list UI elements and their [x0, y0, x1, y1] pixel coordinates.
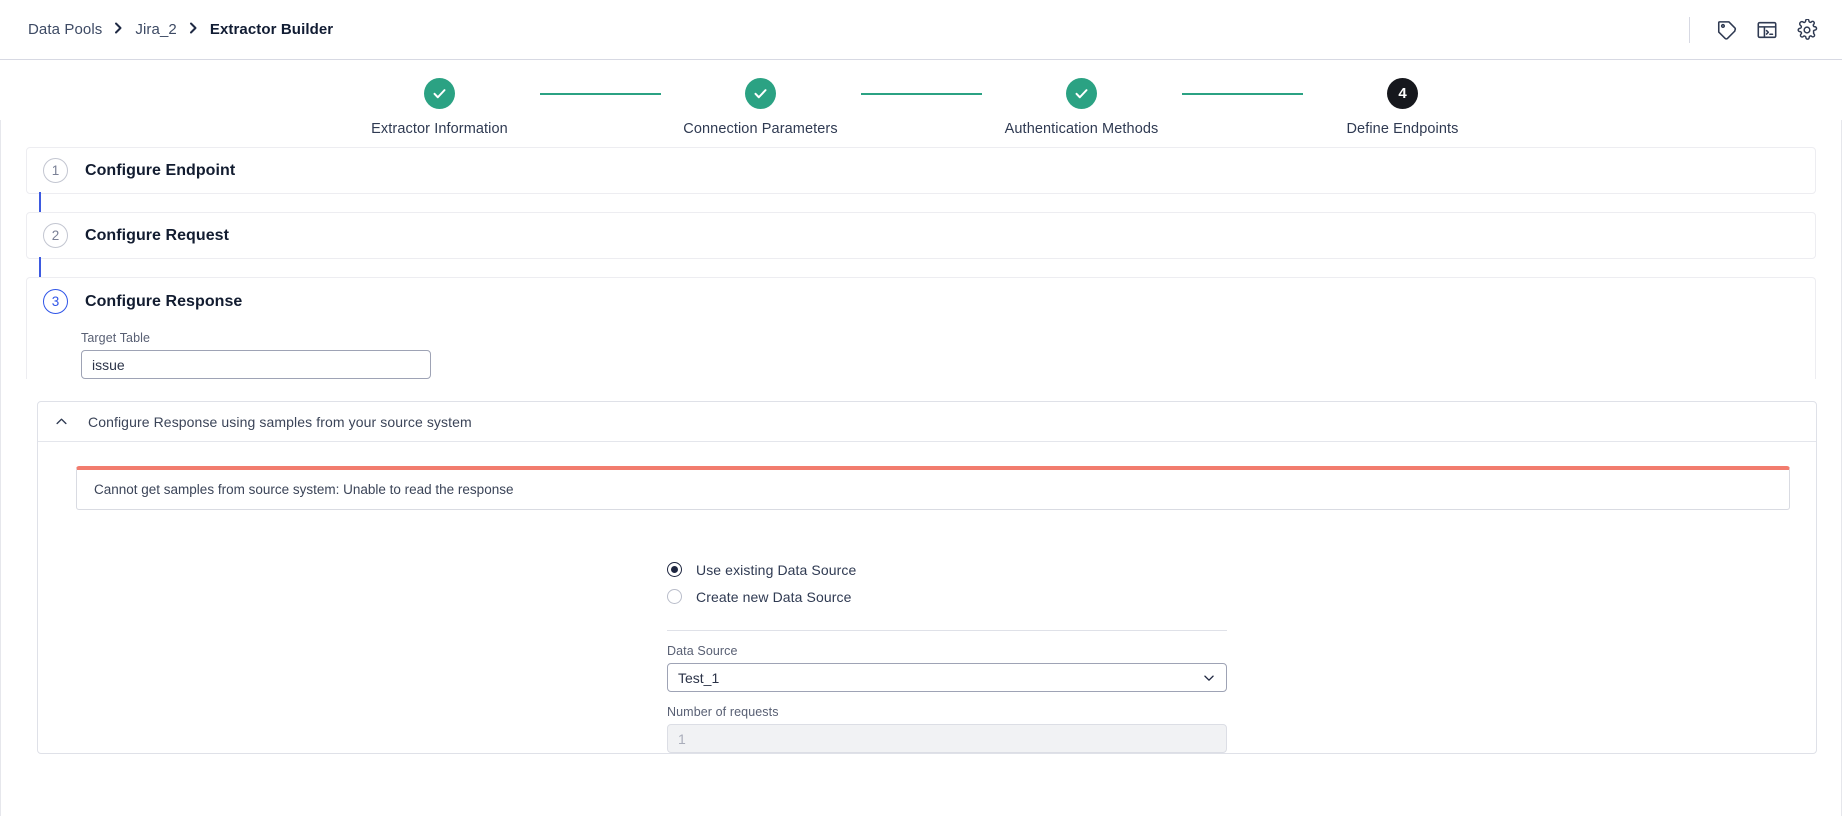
section-connector	[26, 192, 1816, 216]
tag-icon[interactable]	[1716, 19, 1738, 41]
step-bubble-done	[424, 78, 455, 109]
samples-card-title: Configure Response using samples from yo…	[88, 413, 472, 430]
endpoint-sections: 1 Configure Endpoint 2 Configure Request…	[0, 147, 1842, 754]
breadcrumb-item-extractor-builder: Extractor Builder	[209, 21, 334, 38]
data-source-select-wrapper: Test_1	[667, 663, 1227, 692]
step-label: Connection Parameters	[683, 121, 838, 137]
chevron-down-icon[interactable]	[1202, 671, 1216, 685]
section-configure-response[interactable]: 3 Configure Response Target Table	[26, 277, 1816, 379]
samples-card-body: Cannot get samples from source system: U…	[38, 442, 1816, 753]
step-label: Extractor Information	[371, 121, 508, 137]
breadcrumb-item-data-pools[interactable]: Data Pools	[28, 21, 102, 38]
page-left-rail	[0, 120, 1, 816]
section-title: Configure Request	[85, 226, 229, 244]
radio-label: Use existing Data Source	[696, 561, 857, 578]
section-configure-request[interactable]: 2 Configure Request	[26, 212, 1816, 259]
step-label: Authentication Methods	[1004, 121, 1159, 137]
breadcrumb-separator	[189, 22, 198, 36]
data-source-label: Data Source	[667, 644, 738, 658]
check-icon	[1075, 89, 1088, 99]
section-header[interactable]: 1 Configure Endpoint	[43, 147, 235, 194]
step-connector	[860, 93, 982, 95]
radio-unselected-icon[interactable]	[667, 589, 682, 604]
target-table-input[interactable]	[81, 350, 431, 379]
error-banner: Cannot get samples from source system: U…	[76, 466, 1790, 510]
radio-selected-icon[interactable]	[667, 562, 682, 577]
step-bubble-done	[745, 78, 776, 109]
gear-icon[interactable]	[1796, 18, 1818, 41]
step-connector	[1181, 93, 1303, 95]
top-bar: Data Pools Jira_2 Extractor Builder	[0, 0, 1842, 60]
stepper-step-define-endpoints[interactable]: 4 Define Endpoints	[1303, 78, 1503, 137]
target-table-label: Target Table	[81, 331, 151, 345]
radio-create-new-data-source[interactable]: Create new Data Source	[667, 583, 1227, 610]
section-title: Configure Endpoint	[85, 161, 236, 179]
section-header[interactable]: 3 Configure Response	[43, 278, 242, 325]
number-of-requests-placeholder: 1	[678, 730, 686, 747]
section-header[interactable]: 2 Configure Request	[43, 212, 229, 259]
stepper-step-extractor-information[interactable]: Extractor Information	[340, 78, 540, 137]
number-of-requests-input: 1	[667, 724, 1227, 753]
section-number-badge: 2	[43, 223, 68, 248]
data-source-select[interactable]: Test_1	[667, 663, 1227, 692]
samples-card: Configure Response using samples from yo…	[37, 401, 1817, 754]
breadcrumb: Data Pools Jira_2 Extractor Builder	[28, 21, 333, 38]
step-label: Define Endpoints	[1346, 121, 1459, 137]
step-bubble-done	[1066, 78, 1097, 109]
toolbar-divider	[1689, 16, 1690, 43]
stepper-step-authentication-methods[interactable]: Authentication Methods	[982, 78, 1182, 137]
wizard-stepper: Extractor Information Connection Paramet…	[0, 60, 1842, 147]
section-number-badge: 3	[43, 289, 68, 314]
check-icon	[754, 89, 767, 99]
page-body: Extractor Information Connection Paramet…	[0, 60, 1842, 816]
data-source-form: Use existing Data Source Create new Data…	[627, 556, 1227, 753]
chevron-up-icon[interactable]	[54, 414, 69, 429]
section-connector	[26, 257, 1816, 281]
step-connector	[539, 93, 661, 95]
form-divider	[667, 630, 1227, 631]
radio-use-existing-data-source[interactable]: Use existing Data Source	[667, 556, 1227, 583]
samples-card-header[interactable]: Configure Response using samples from yo…	[38, 402, 1816, 442]
breadcrumb-separator	[114, 22, 123, 36]
error-message: Cannot get samples from source system: U…	[94, 482, 514, 497]
radio-label: Create new Data Source	[696, 588, 852, 605]
configure-response-body: Target Table	[43, 325, 1815, 379]
stepper-step-connection-parameters[interactable]: Connection Parameters	[661, 78, 861, 137]
number-of-requests-label: Number of requests	[667, 705, 779, 719]
section-title: Configure Response	[85, 292, 243, 310]
step-bubble-current: 4	[1387, 78, 1418, 109]
radio-dot	[671, 566, 678, 573]
check-icon	[433, 89, 446, 99]
section-number-badge: 1	[43, 158, 68, 183]
console-panel-icon[interactable]	[1756, 19, 1778, 41]
breadcrumb-item-jira-2[interactable]: Jira_2	[135, 21, 176, 38]
top-bar-actions	[1689, 16, 1818, 43]
section-configure-endpoint[interactable]: 1 Configure Endpoint	[26, 147, 1816, 194]
data-source-selected-value: Test_1	[678, 669, 720, 686]
